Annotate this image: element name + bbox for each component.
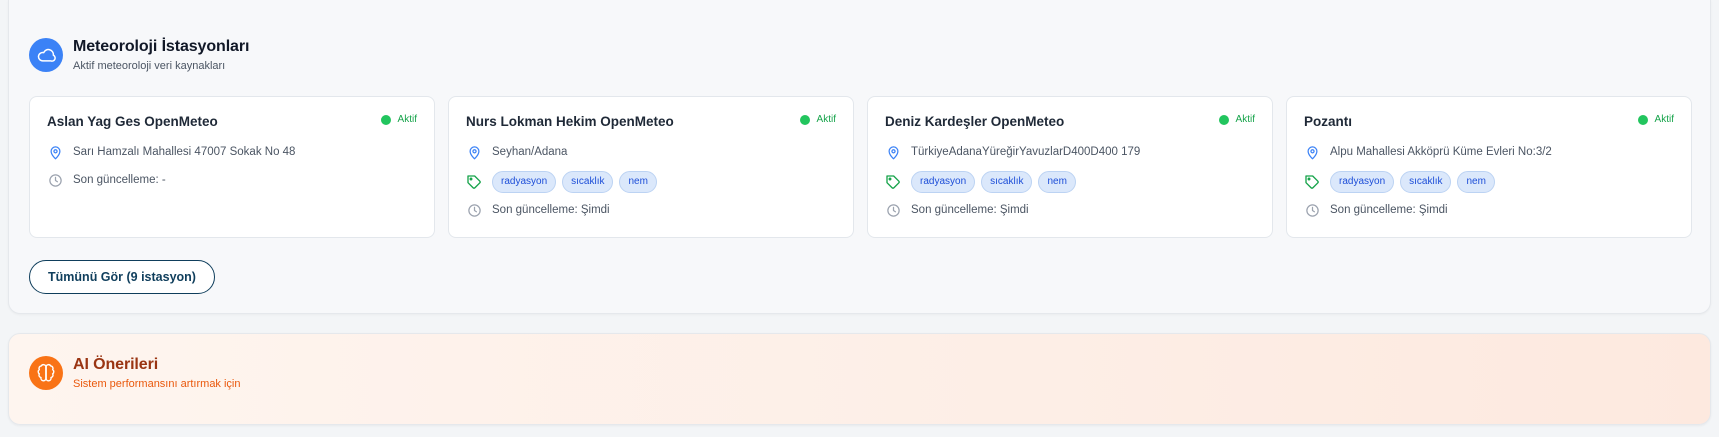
tag-icon	[1304, 174, 1320, 190]
location-text: Seyhan/Adana	[492, 146, 568, 158]
status-label: Aktif	[816, 114, 836, 125]
ai-subtitle: Sistem performansını artırmak için	[73, 378, 241, 390]
tag-chip: sıcaklık	[1400, 171, 1452, 193]
status-badge: Aktif	[799, 114, 836, 125]
status-dot	[1218, 114, 1229, 125]
stations-header: Meteoroloji İstasyonları Aktif meteorolo…	[29, 38, 249, 72]
station-card[interactable]: Deniz Kardeşler OpenMeteo Aktif TürkiyeA…	[867, 96, 1273, 238]
tag-chip: nem	[619, 171, 657, 193]
ai-title: AI Önerileri	[73, 356, 159, 373]
station-name: Pozantı	[1304, 114, 1353, 129]
station-tags: radyasyon sıcaklık nem	[885, 171, 1082, 193]
tag-chip: nem	[1457, 171, 1495, 193]
station-tags: radyasyon sıcaklık nem	[1304, 171, 1501, 193]
clock-icon	[1304, 202, 1320, 218]
location-text: Alpu Mahallesi Akköprü Küme Evleri No:3/…	[1330, 146, 1552, 158]
status-label: Aktif	[397, 114, 417, 125]
tag-icon	[885, 174, 901, 190]
last-update-text: Son güncelleme: -	[73, 174, 166, 186]
station-location: Alpu Mahallesi Akköprü Küme Evleri No:3/…	[1304, 144, 1552, 160]
station-card[interactable]: Aslan Yag Ges OpenMeteo Aktif Sarı Hamza…	[29, 96, 435, 238]
map-pin-icon	[885, 144, 901, 160]
view-all-button[interactable]: Tümünü Gör (9 istasyon)	[29, 260, 215, 294]
station-last-update: Son güncelleme: Şimdi	[885, 202, 1029, 218]
station-last-update: Son güncelleme: Şimdi	[466, 202, 610, 218]
tag-icon	[466, 174, 482, 190]
station-name: Nurs Lokman Hekim OpenMeteo	[466, 114, 674, 129]
station-location: TürkiyeAdanaYüreğirYavuzlarD400D400 179	[885, 144, 1140, 160]
station-location: Sarı Hamzalı Mahallesi 47007 Sokak No 48	[47, 144, 295, 160]
last-update-text: Son güncelleme: Şimdi	[911, 204, 1029, 216]
status-badge: Aktif	[1218, 114, 1255, 125]
station-location: Seyhan/Adana	[466, 144, 567, 160]
tag-chip: radyasyon	[492, 171, 557, 193]
clock-icon	[466, 202, 482, 218]
map-pin-icon	[47, 144, 63, 160]
location-text: Sarı Hamzalı Mahallesi 47007 Sokak No 48	[73, 146, 296, 158]
station-name: Deniz Kardeşler OpenMeteo	[885, 114, 1065, 129]
status-dot	[799, 114, 810, 125]
last-update-text: Son güncelleme: Şimdi	[1330, 204, 1448, 216]
tag-chip: sıcaklık	[981, 171, 1033, 193]
tag-chip: sıcaklık	[562, 171, 614, 193]
status-dot	[380, 114, 391, 125]
stations-subtitle: Aktif meteoroloji veri kaynakları	[73, 60, 226, 72]
location-text: TürkiyeAdanaYüreğirYavuzlarD400D400 179	[911, 146, 1141, 158]
station-cards: Aslan Yag Ges OpenMeteo Aktif Sarı Hamza…	[29, 96, 1692, 238]
station-last-update: Son güncelleme: -	[47, 172, 166, 188]
tag-chip: radyasyon	[1330, 171, 1395, 193]
station-card[interactable]: Nurs Lokman Hekim OpenMeteo Aktif Seyhan…	[448, 96, 854, 238]
station-name: Aslan Yag Ges OpenMeteo	[47, 114, 218, 129]
brain-icon	[29, 356, 63, 390]
station-card[interactable]: Pozantı Aktif Alpu Mahallesi Akköprü Küm…	[1286, 96, 1692, 238]
status-badge: Aktif	[1637, 114, 1674, 125]
map-pin-icon	[1304, 144, 1320, 160]
status-label: Aktif	[1654, 114, 1674, 125]
ai-recommendations-panel: AI Önerileri Sistem performansını artırm…	[8, 333, 1711, 425]
last-update-text: Son güncelleme: Şimdi	[492, 204, 610, 216]
ai-header: AI Önerileri Sistem performansını artırm…	[29, 356, 241, 390]
tag-chip: nem	[1038, 171, 1076, 193]
clock-icon	[885, 202, 901, 218]
clock-icon	[47, 172, 63, 188]
cloud-icon	[29, 38, 63, 72]
station-tags: radyasyon sıcaklık nem	[466, 171, 663, 193]
map-pin-icon	[466, 144, 482, 160]
station-last-update: Son güncelleme: Şimdi	[1304, 202, 1448, 218]
status-label: Aktif	[1235, 114, 1255, 125]
status-dot	[1637, 114, 1648, 125]
tag-chip: radyasyon	[911, 171, 976, 193]
stations-panel: Meteoroloji İstasyonları Aktif meteorolo…	[8, 0, 1711, 314]
status-badge: Aktif	[380, 114, 417, 125]
stations-title: Meteoroloji İstasyonları	[73, 38, 250, 55]
